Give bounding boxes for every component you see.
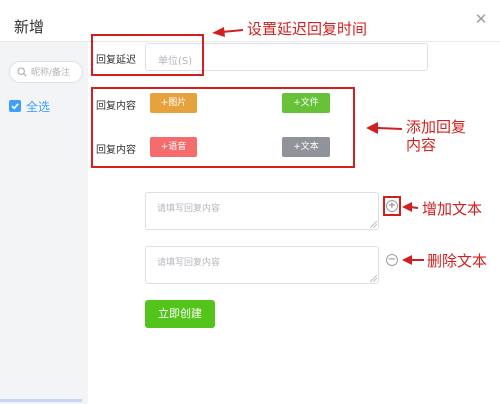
arrow-add-text xyxy=(402,202,412,212)
annotation-add-reply-line1: 添加回复 xyxy=(406,118,467,136)
arrow-remove-text xyxy=(402,255,412,265)
annotation-remove-text: 删除文本 xyxy=(427,252,488,270)
annotation-add-reply-line2: 内容 xyxy=(406,136,437,154)
annotation-delay: 设置延迟回复时间 xyxy=(247,20,368,38)
annotation-add-text: 增加文本 xyxy=(422,200,483,218)
arrow-delay xyxy=(212,27,225,37)
arrow-add-reply xyxy=(366,122,378,134)
